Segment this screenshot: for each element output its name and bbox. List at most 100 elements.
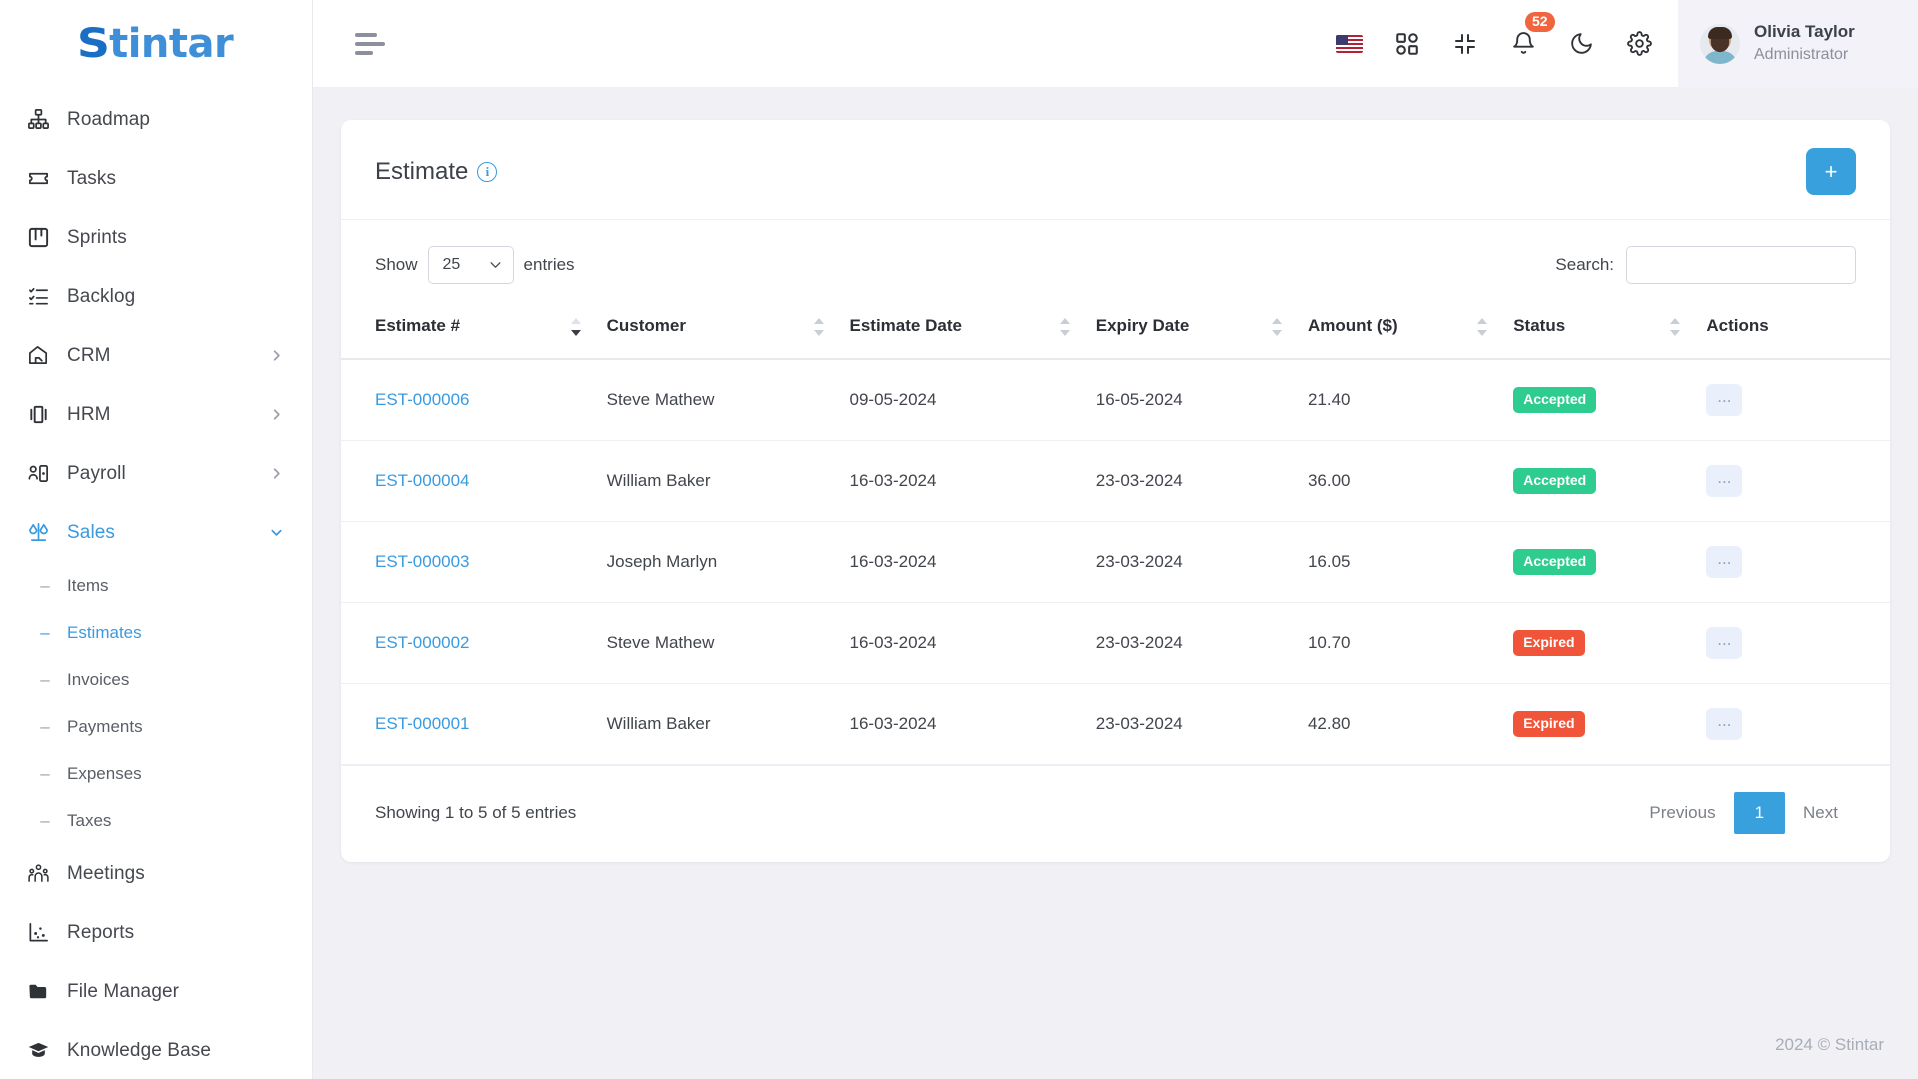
estimate-link[interactable]: EST-000002 bbox=[375, 633, 470, 652]
sidebar-item-sales[interactable]: Sales bbox=[0, 503, 312, 562]
column-header-label: Estimate # bbox=[375, 316, 461, 335]
sidebar-subitem-expenses[interactable]: – Expenses bbox=[0, 750, 312, 797]
sidebar-item-knowledge-base[interactable]: Knowledge Base bbox=[0, 1021, 312, 1079]
sort-arrows-icon bbox=[1477, 318, 1488, 336]
sidebar-item-sprints[interactable]: Sprints bbox=[0, 208, 312, 267]
cell-status: Expired bbox=[1501, 683, 1695, 765]
pagination-previous[interactable]: Previous bbox=[1631, 794, 1733, 832]
sort-arrows-icon bbox=[1271, 318, 1282, 336]
theme-toggle-moon-icon[interactable] bbox=[1552, 0, 1610, 88]
cell-amount: 16.05 bbox=[1295, 521, 1502, 603]
language-selector[interactable] bbox=[1320, 0, 1378, 88]
user-card-icon bbox=[25, 461, 51, 487]
status-badge: Accepted bbox=[1513, 549, 1597, 575]
sidebar-item-reports[interactable]: Reports bbox=[0, 903, 312, 962]
estimate-link[interactable]: EST-000003 bbox=[375, 552, 470, 571]
compress-icon[interactable] bbox=[1436, 0, 1494, 88]
apps-grid-icon[interactable] bbox=[1378, 0, 1436, 88]
cell-estimate-date: 16-03-2024 bbox=[837, 440, 1084, 522]
cell-customer: Steve Mathew bbox=[594, 359, 838, 441]
info-icon[interactable]: i bbox=[477, 161, 498, 182]
cell-estimate-date: 09-05-2024 bbox=[837, 359, 1084, 441]
user-profile-menu[interactable]: Olivia Taylor Administrator bbox=[1678, 0, 1918, 88]
sidebar-item-payroll[interactable]: Payroll bbox=[0, 444, 312, 503]
table-footer: Showing 1 to 5 of 5 entries Previous 1 N… bbox=[341, 765, 1890, 862]
column-header-label: Estimate Date bbox=[849, 316, 962, 335]
cell-expiry-date: 23-03-2024 bbox=[1083, 602, 1296, 684]
table-header-row: Estimate # Customer Estimate Date Expiry Da… bbox=[341, 302, 1890, 360]
estimate-link[interactable]: EST-000006 bbox=[375, 390, 470, 409]
brand-logo[interactable]: Stintar bbox=[0, 0, 312, 88]
avatar bbox=[1700, 23, 1740, 64]
search-input[interactable] bbox=[1626, 246, 1856, 284]
column-header-customer[interactable]: Customer bbox=[594, 302, 838, 360]
table-row: EST-000002 Steve Mathew 16-03-2024 23-03-20… bbox=[341, 602, 1890, 684]
column-header-estimate[interactable]: Estimate # bbox=[341, 302, 595, 360]
status-badge: Expired bbox=[1513, 711, 1585, 737]
row-actions-button[interactable]: ... bbox=[1706, 708, 1743, 740]
cell-expiry-date: 23-03-2024 bbox=[1083, 521, 1296, 603]
sidebar-item-label: Tasks bbox=[67, 167, 117, 189]
pagination-next[interactable]: Next bbox=[1785, 794, 1856, 832]
us-flag-icon bbox=[1335, 34, 1363, 53]
notifications-bell[interactable]: 52 bbox=[1494, 0, 1555, 88]
search-label: Search: bbox=[1555, 255, 1614, 274]
sidebar-item-roadmap[interactable]: Roadmap bbox=[0, 90, 312, 149]
chevron-right-icon bbox=[268, 466, 284, 482]
dash-icon: – bbox=[40, 811, 50, 830]
cell-amount: 42.80 bbox=[1295, 683, 1502, 765]
sidebar-item-backlog[interactable]: Backlog bbox=[0, 267, 312, 326]
cell-expiry-date: 16-05-2024 bbox=[1083, 359, 1296, 441]
row-actions-button[interactable]: ... bbox=[1706, 627, 1743, 659]
table-row: EST-000004 William Baker 16-03-2024 23-03-2… bbox=[341, 440, 1890, 522]
sidebar-item-label: Payroll bbox=[67, 462, 126, 484]
column-header-expiry-date[interactable]: Expiry Date bbox=[1083, 302, 1296, 360]
row-actions-button[interactable]: ... bbox=[1706, 384, 1743, 416]
cell-status: Accepted bbox=[1501, 440, 1695, 522]
ticket-icon bbox=[25, 166, 51, 192]
pagination-page-1[interactable]: 1 bbox=[1733, 792, 1786, 834]
sidebar-nav: Roadmap Tasks Sprints Backlog CRM HRM Payroll S… bbox=[0, 88, 312, 1079]
hamburger-line bbox=[355, 32, 377, 37]
dash-icon: – bbox=[40, 623, 50, 642]
cell-estimate-number: EST-000001 bbox=[341, 683, 595, 765]
add-estimate-button[interactable]: + bbox=[1806, 148, 1856, 195]
cell-actions: ... bbox=[1694, 683, 1890, 765]
sidebar-item-file-manager[interactable]: File Manager bbox=[0, 962, 312, 1021]
sidebar-item-tasks[interactable]: Tasks bbox=[0, 149, 312, 208]
sidebar-subitem-taxes[interactable]: – Taxes bbox=[0, 797, 312, 844]
sidebar-item-meetings[interactable]: Meetings bbox=[0, 844, 312, 903]
kanban-icon bbox=[25, 225, 51, 251]
sidebar-subitem-label: Payments bbox=[67, 716, 143, 736]
entries-label: entries bbox=[523, 255, 575, 274]
row-actions-button[interactable]: ... bbox=[1706, 465, 1743, 497]
people-icon bbox=[25, 861, 51, 887]
column-header-amount[interactable]: Amount ($) bbox=[1295, 302, 1502, 360]
topbar: 52 Olivia Taylor Administrator bbox=[313, 0, 1918, 88]
dash-icon: – bbox=[40, 717, 50, 736]
sidebar-subitem-payments[interactable]: – Payments bbox=[0, 703, 312, 750]
sidebar-subitem-estimates[interactable]: – Estimates bbox=[0, 609, 312, 656]
content-area: Estimate i + Show 25 entries Search: Est… bbox=[313, 88, 1918, 1011]
cell-expiry-date: 23-03-2024 bbox=[1083, 440, 1296, 522]
status-badge: Expired bbox=[1513, 630, 1585, 656]
sidebar-subitem-items[interactable]: – Items bbox=[0, 562, 312, 609]
column-header-status[interactable]: Status bbox=[1501, 302, 1695, 360]
estimate-link[interactable]: EST-000001 bbox=[375, 714, 470, 733]
sidebar-subitem-label: Expenses bbox=[67, 763, 142, 783]
sidebar-item-label: Sprints bbox=[67, 226, 127, 248]
sidebar-subitem-invoices[interactable]: – Invoices bbox=[0, 656, 312, 703]
cell-estimate-date: 16-03-2024 bbox=[837, 521, 1084, 603]
sidebar-item-crm[interactable]: CRM bbox=[0, 326, 312, 385]
brand-logo-text: Stintar bbox=[77, 21, 234, 67]
column-header-estimate-date[interactable]: Estimate Date bbox=[837, 302, 1084, 360]
sidebar-item-hrm[interactable]: HRM bbox=[0, 385, 312, 444]
hamburger-line bbox=[355, 50, 373, 55]
hamburger-icon[interactable] bbox=[355, 32, 389, 55]
scales-icon bbox=[25, 520, 51, 546]
page-size-select[interactable]: 25 bbox=[427, 246, 514, 284]
estimate-link[interactable]: EST-000004 bbox=[375, 471, 470, 490]
estimates-table: Estimate # Customer Estimate Date Expiry Da… bbox=[341, 302, 1890, 765]
settings-gear-icon[interactable] bbox=[1610, 0, 1668, 88]
row-actions-button[interactable]: ... bbox=[1706, 546, 1743, 578]
